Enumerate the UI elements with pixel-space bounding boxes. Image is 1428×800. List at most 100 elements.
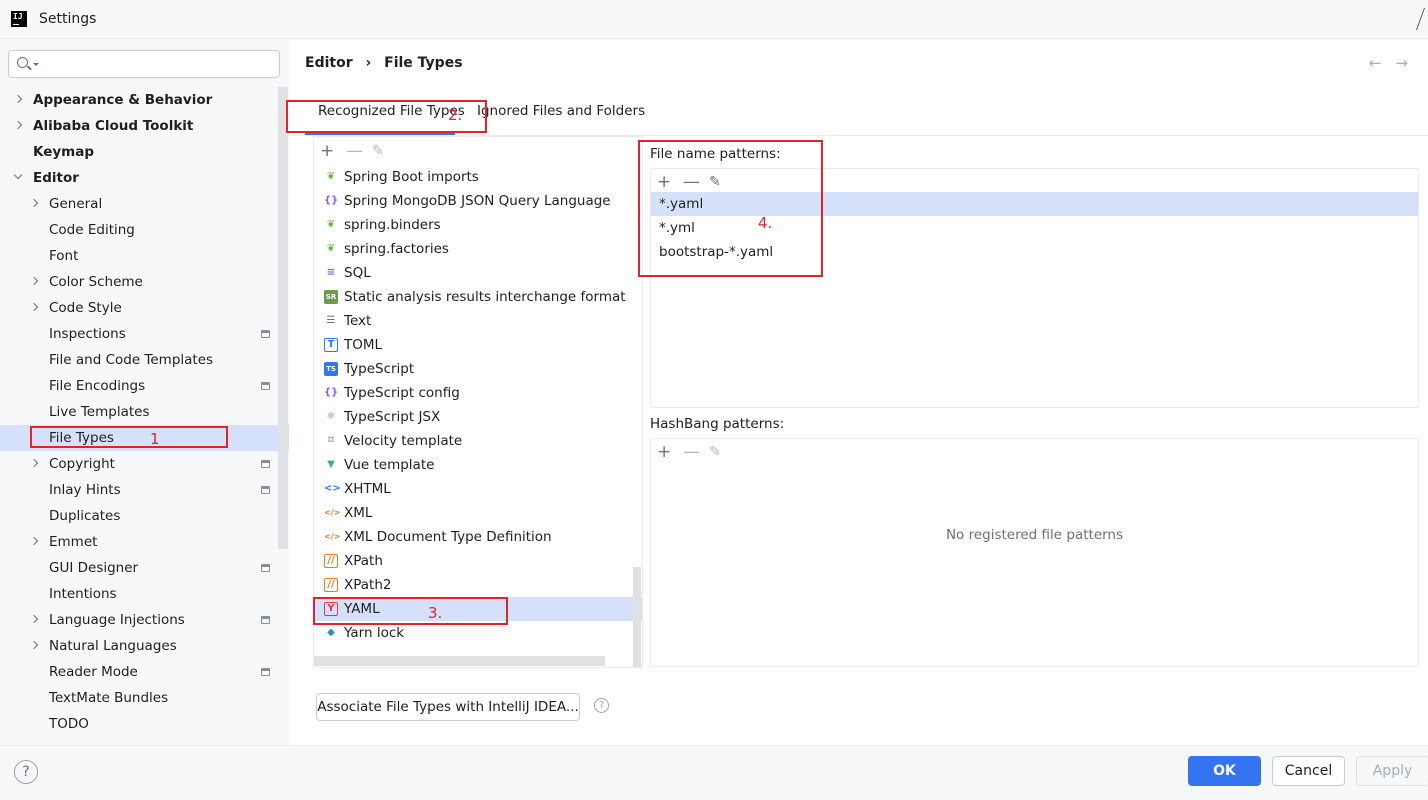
sidebar-item-label: GUI Designer	[49, 560, 139, 576]
file-type-row-toml[interactable]: T TOML	[314, 333, 642, 357]
sidebar-item-inspections[interactable]: Inspections	[0, 321, 289, 347]
sidebar-item-code-style[interactable]: Code Style	[0, 295, 289, 321]
apply-button[interactable]: Apply	[1356, 756, 1428, 786]
remove-hashbang-icon[interactable]: —	[683, 442, 700, 462]
file-type-label: TypeScript	[344, 361, 415, 377]
associate-file-types-button[interactable]: Associate File Types with IntelliJ IDEA.…	[316, 693, 580, 721]
file-type-row-spring-factories[interactable]: ❦ spring.factories	[314, 237, 642, 261]
spring-leaf-icon: ❦	[326, 219, 336, 230]
settings-sidebar: Appearance & Behavior Alibaba Cloud Toolk…	[0, 40, 289, 745]
xml-icon: </>	[324, 532, 341, 541]
sidebar-item-emmet[interactable]: Emmet	[0, 529, 289, 555]
edit-hashbang-pencil-icon[interactable]: ✎	[709, 442, 721, 462]
remove-icon[interactable]: —	[346, 141, 363, 161]
file-types-vertical-scrollbar[interactable]	[633, 567, 641, 667]
back-arrow-icon[interactable]: ←	[1369, 54, 1396, 72]
file-type-label: XML	[344, 505, 373, 521]
sidebar-item-file-encodings[interactable]: File Encodings	[0, 373, 289, 399]
sidebar-item-color-scheme[interactable]: Color Scheme	[0, 269, 289, 295]
sidebar-item-natural-languages[interactable]: Natural Languages	[0, 633, 289, 659]
edit-pencil-icon[interactable]: ✎	[372, 141, 384, 161]
chevron-right-icon[interactable]	[29, 614, 39, 624]
file-type-row-static-analysis-results-interchange-format[interactable]: SR Static analysis results interchange fo…	[314, 285, 642, 309]
sidebar-item-duplicates[interactable]: Duplicates	[0, 503, 289, 529]
file-type-label: Spring MongoDB JSON Query Language	[344, 193, 611, 209]
file-type-label: TypeScript JSX	[344, 409, 441, 425]
file-type-row-velocity-template[interactable]: ⌑ Velocity template	[314, 429, 642, 453]
associate-help-icon[interactable]: ?	[594, 698, 609, 713]
cancel-button[interactable]: Cancel	[1272, 756, 1345, 786]
file-type-row-xml-document-type-definition[interactable]: </> XML Document Type Definition	[314, 525, 642, 549]
sidebar-item-language-injections[interactable]: Language Injections	[0, 607, 289, 633]
chevron-down-icon[interactable]	[13, 170, 23, 180]
forward-arrow-icon[interactable]: →	[1395, 54, 1422, 72]
search-history-caret-icon[interactable]	[33, 63, 39, 66]
sidebar-item-keymap[interactable]: Keymap	[0, 139, 289, 165]
sidebar-scrollbar[interactable]	[278, 87, 288, 549]
sidebar-item-gui-designer[interactable]: GUI Designer	[0, 555, 289, 581]
annotation-label-4: 4.	[758, 214, 773, 232]
ok-button[interactable]: OK	[1188, 756, 1261, 786]
chevron-right-icon[interactable]	[29, 302, 39, 312]
sidebar-item-label: Code Editing	[49, 222, 135, 238]
spring-leaf-icon: ❦	[326, 171, 336, 182]
breadcrumb-parent[interactable]: Editor	[305, 55, 353, 71]
history-navigation: ←→	[1369, 54, 1422, 72]
sidebar-item-inlay-hints[interactable]: Inlay Hints	[0, 477, 289, 503]
file-types-horizontal-scrollbar[interactable]	[314, 656, 605, 666]
chevron-right-icon[interactable]	[29, 458, 39, 468]
sidebar-item-textmate-bundles[interactable]: TextMate Bundles	[0, 685, 289, 711]
file-type-row-vue-template[interactable]: ▼ Vue template	[314, 453, 642, 477]
sidebar-item-reader-mode[interactable]: Reader Mode	[0, 659, 289, 685]
chevron-right-icon[interactable]	[13, 94, 23, 104]
close-icon[interactable]	[1415, 8, 1428, 30]
sidebar-item-label: File and Code Templates	[49, 352, 214, 368]
add-hashbang-icon[interactable]: +	[657, 442, 671, 462]
file-type-row-text[interactable]: ☰ Text	[314, 309, 642, 333]
search-input[interactable]	[8, 50, 280, 78]
file-type-row-spring-boot-imports[interactable]: ❦ Spring Boot imports	[314, 165, 642, 189]
sidebar-item-todo[interactable]: TODO	[0, 711, 289, 737]
sidebar-item-label: Copyright	[49, 456, 115, 472]
sidebar-item-file-and-code-templates[interactable]: File and Code Templates	[0, 347, 289, 373]
chevron-right-icon[interactable]	[29, 536, 39, 546]
project-level-icon	[261, 330, 270, 338]
sidebar-item-editor[interactable]: Editor	[0, 165, 289, 191]
file-type-row-sql[interactable]: ≡ SQL	[314, 261, 642, 285]
sidebar-item-code-editing[interactable]: Code Editing	[0, 217, 289, 243]
file-types-panel: Editor › File Types ←→ Recognized File T…	[289, 40, 1428, 745]
sidebar-item-font[interactable]: Font	[0, 243, 289, 269]
sidebar-item-intentions[interactable]: Intentions	[0, 581, 289, 607]
file-type-row-xpath[interactable]: // XPath	[314, 549, 642, 573]
database-icon: ≡	[326, 267, 336, 278]
chevron-right-icon[interactable]	[29, 276, 39, 286]
chevron-right-icon[interactable]	[13, 120, 23, 130]
chevron-right-icon[interactable]	[29, 198, 39, 208]
file-type-row-xml[interactable]: </> XML	[314, 501, 642, 525]
dialog-footer: ? OK Cancel Apply	[0, 745, 1428, 800]
sidebar-item-appearance-behavior[interactable]: Appearance & Behavior	[0, 87, 289, 113]
breadcrumb-current: File Types	[384, 55, 463, 71]
file-type-row-spring-mongodb-json-query-language[interactable]: {} Spring MongoDB JSON Query Language	[314, 189, 642, 213]
file-type-row-typescript[interactable]: TS TypeScript	[314, 357, 642, 381]
window-title: Settings	[39, 11, 97, 27]
velocity-icon: ⌑	[328, 435, 334, 446]
xpath-icon: //	[324, 554, 338, 568]
sidebar-item-alibaba-cloud-toolkit[interactable]: Alibaba Cloud Toolkit	[0, 113, 289, 139]
file-type-row-xhtml[interactable]: <> XHTML	[314, 477, 642, 501]
sidebar-item-copyright[interactable]: Copyright	[0, 451, 289, 477]
file-type-label: TypeScript config	[344, 385, 460, 401]
annotation-box-3	[313, 597, 508, 625]
sidebar-item-general[interactable]: General	[0, 191, 289, 217]
sidebar-item-live-templates[interactable]: Live Templates	[0, 399, 289, 425]
chevron-right-icon[interactable]	[29, 640, 39, 650]
file-type-row-typescript-config[interactable]: {} TypeScript config	[314, 381, 642, 405]
file-type-row-spring-binders[interactable]: ❦ spring.binders	[314, 213, 642, 237]
tab-ignored-files-and-folders[interactable]: Ignored Files and Folders	[477, 103, 645, 119]
file-type-row-xpath2[interactable]: // XPath2	[314, 573, 642, 597]
help-icon[interactable]: ?	[14, 760, 38, 784]
json-braces-icon: {}	[324, 195, 339, 206]
annotation-box-1	[30, 426, 228, 448]
add-icon[interactable]: +	[320, 141, 334, 161]
file-type-row-typescript-jsx[interactable]: ⚛ TypeScript JSX	[314, 405, 642, 429]
